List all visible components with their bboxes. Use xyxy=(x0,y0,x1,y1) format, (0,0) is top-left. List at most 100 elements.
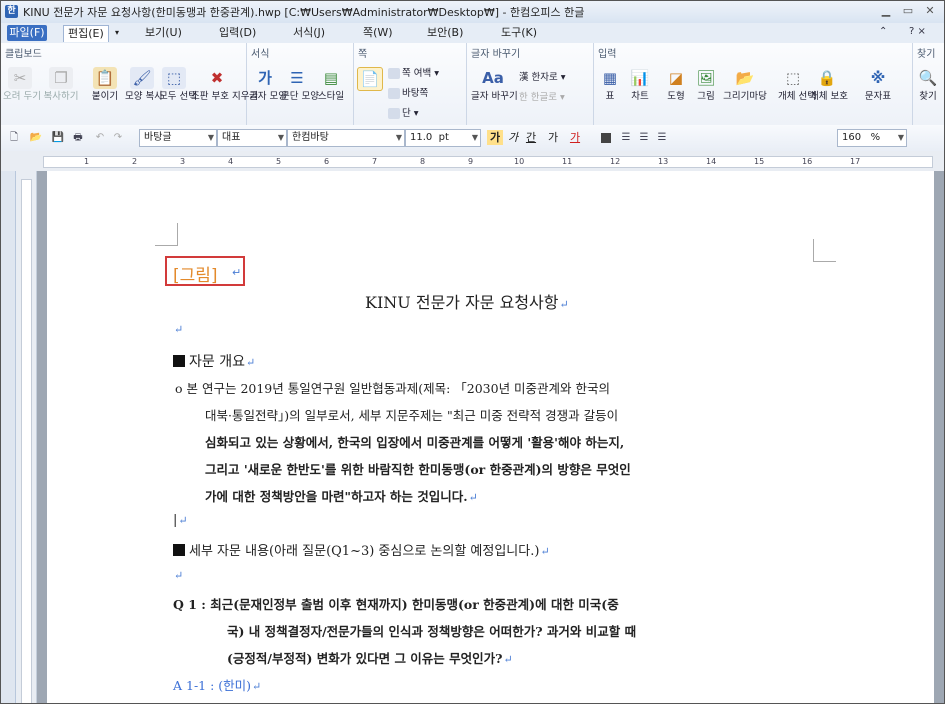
vertical-ruler[interactable] xyxy=(16,171,37,703)
menu-file[interactable]: 파일(F) xyxy=(7,25,47,41)
q1-line1: Q 1 : 최근(문재인정부 출범 이후 현재까지) 한미동맹(or 한중관계)… xyxy=(173,597,619,612)
figure-label-box: [그림] ↵ xyxy=(165,256,245,286)
format-copy-button[interactable]: 🖌 모양 복사 xyxy=(125,67,163,103)
para-shape-button[interactable]: ☰ 문단 모양 xyxy=(281,67,319,103)
page-group: 쪽 📄 쪽 여백 ▾ 바탕쪽 단 ▾ xyxy=(354,43,467,125)
columns-button[interactable]: 단 ▾ xyxy=(388,105,419,119)
format-group-title: 서식 xyxy=(251,49,270,60)
document-page[interactable]: [그림] ↵ KINU 전문가 자문 요청사항↵ ↵ 자문 개요↵ o 본 연구는… xyxy=(47,171,934,703)
align-right-icon[interactable]: ☰ xyxy=(655,131,669,144)
char-convert-icon: Aa xyxy=(482,69,504,87)
symbol-button[interactable]: ※ 문자표 xyxy=(860,67,896,103)
page-icon: 📄 xyxy=(357,67,383,91)
drawing-gallery-button[interactable]: 📂 그리기마당 xyxy=(720,67,770,103)
symbol-icon: ※ xyxy=(870,69,886,87)
picture-button[interactable]: 🖼 그림 xyxy=(692,67,720,103)
shape-icon: ◪ xyxy=(668,69,684,87)
underline-button[interactable]: 간 xyxy=(523,130,539,145)
save-icon[interactable]: 💾 xyxy=(51,131,65,144)
chevron-down-icon: ▼ xyxy=(395,133,402,142)
zoom-combo[interactable]: 160 % ▼ xyxy=(837,129,907,147)
style-button[interactable]: ▤ 스타일 xyxy=(313,67,349,103)
page-button[interactable]: 📄 xyxy=(356,67,384,91)
language-combo[interactable]: 대표 ▼ xyxy=(217,129,287,147)
justify-icon[interactable] xyxy=(601,133,611,143)
clipboard-icon: 📋 xyxy=(93,67,117,89)
columns-icon xyxy=(388,108,400,119)
object-select-button[interactable]: ⬚ 개체 선택 xyxy=(778,67,816,103)
answer-a1: A 1-1 : (한미)↵ xyxy=(173,678,262,693)
chart-button[interactable]: 📊 차트 xyxy=(626,67,654,103)
paste-button[interactable]: 📋 붙이기 xyxy=(85,67,125,103)
horizontal-ruler[interactable]: 1 2 3 4 5 6 7 8 9 10 11 12 13 14 15 16 1… xyxy=(1,151,944,172)
q1-line2: 국) 내 정책결정자/전문가들의 인식과 정책방향은 어떠한가? 과거와 비교할… xyxy=(227,624,637,639)
font-size-combo[interactable]: 11.0 pt ▼ xyxy=(405,129,481,147)
chevron-down-icon: ▼ xyxy=(471,133,478,142)
page-margin-button[interactable]: 쪽 여백 ▾ xyxy=(388,65,439,79)
redo-icon[interactable]: ↷ xyxy=(111,131,125,144)
align-left-icon[interactable]: ☰ xyxy=(619,131,633,144)
help-close-buttons[interactable]: ? × xyxy=(909,26,926,37)
hwp-app-icon: 한 xyxy=(5,5,18,18)
paragraph-mark: ↵ xyxy=(232,266,242,279)
menu-page[interactable]: 쪽(W) xyxy=(363,25,393,41)
align-center-icon[interactable]: ☰ xyxy=(637,131,651,144)
italic-button[interactable]: 가 xyxy=(505,130,521,145)
ribbon: 클립보드 ✂ 오려 두기 ❐ 복사하기 📋 붙이기 🖌 모양 복사 ⬚ 모두 선택 ✖ 조판… xyxy=(1,43,944,126)
char-shape-button[interactable]: 가 글자 모양 xyxy=(249,67,287,103)
open-folder-icon[interactable]: 📂 xyxy=(29,131,43,144)
table-button[interactable]: ▦ 표 xyxy=(596,67,624,103)
input-group: 입력 ▦ 표 📊 차트 ◪ 도형 🖼 그림 📂 그리기마당 ⬚ 개체 선택 🔒 개체 보호 ※… xyxy=(594,43,913,125)
para1-line2: 대북·통일전략」)의 일부로서, 세부 지문주제는 "최근 미중 전략적 경쟁과… xyxy=(205,408,619,423)
undo-icon[interactable]: ↶ xyxy=(93,131,107,144)
font-combo[interactable]: 한컴바탕 ▼ xyxy=(287,129,405,147)
new-doc-icon[interactable]: 🗋 xyxy=(7,131,21,144)
char-convert-button[interactable]: Aa 글자 바꾸기 xyxy=(471,67,518,103)
para1-line1: o 본 연구는 2019년 통일연구원 일반협동과제(제목: 「2030년 미중… xyxy=(175,381,611,396)
master-page-button[interactable]: 바탕쪽 xyxy=(388,85,428,99)
menu-tools[interactable]: 도구(K) xyxy=(501,25,537,41)
cursor-line: |↵ xyxy=(173,513,188,528)
menu-insert[interactable]: 입력(D) xyxy=(219,25,256,41)
ribbon-collapse-icon[interactable]: ⌃ xyxy=(879,26,887,37)
copy-button[interactable]: ❐ 복사하기 xyxy=(39,67,83,103)
black-square-bullet xyxy=(173,355,185,367)
menu-format[interactable]: 서식(J) xyxy=(293,25,325,41)
minimize-button[interactable]: ▁ xyxy=(878,4,894,18)
clipboard-group: 클립보드 ✂ 오려 두기 ❐ 복사하기 📋 붙이기 🖌 모양 복사 ⬚ 모두 선택 ✖ 조판… xyxy=(1,43,258,125)
to-hangul-button[interactable]: 한 한글로 ▾ xyxy=(519,89,565,103)
format-group: 서식 가 글자 모양 ☰ 문단 모양 ▤ 스타일 xyxy=(247,43,354,125)
strike-button[interactable]: 가 xyxy=(545,130,561,145)
para1-line5: 가에 대한 정책방안을 마련"하고자 하는 것입니다.↵ xyxy=(205,489,478,504)
find-button[interactable]: 🔍 찾기 xyxy=(913,67,943,103)
binoculars-icon: 🔍 xyxy=(918,69,938,87)
chart-icon: 📊 xyxy=(630,69,650,87)
hanja-icon: 漢 xyxy=(519,72,529,83)
style-combo[interactable]: 바탕글 ▼ xyxy=(139,129,217,147)
object-protect-button[interactable]: 🔒 개체 보호 xyxy=(810,67,848,103)
menu-security[interactable]: 보안(B) xyxy=(427,25,463,41)
q1-line3: (긍정적/부정적) 변화가 있다면 그 이유는 무엇인가?↵ xyxy=(227,651,513,666)
bold-button[interactable]: 가 xyxy=(487,130,503,145)
menu-edit-dropdown-icon[interactable]: ▾ xyxy=(115,25,119,41)
document-area[interactable]: [그림] ↵ KINU 전문가 자문 요청사항↵ ↵ 자문 개요↵ o 본 연구는… xyxy=(37,171,944,703)
copy-icon: ❐ xyxy=(49,67,73,89)
clear-marks-button[interactable]: ✖ 조판 부호 지우기 xyxy=(191,67,258,103)
vertical-ruler-track xyxy=(21,179,32,703)
margin-corner-left xyxy=(155,223,178,246)
print-icon[interactable]: 🖶 xyxy=(71,131,85,144)
shape-button[interactable]: ◪ 도형 xyxy=(662,67,690,103)
char-convert-group: 글자 바꾸기 Aa 글자 바꾸기 漢 한자로 ▾ 한 한글로 ▾ xyxy=(467,43,594,125)
to-hanja-button[interactable]: 漢 한자로 ▾ xyxy=(519,69,566,83)
document-title: KINU 전문가 자문 요청사항↵ xyxy=(365,293,569,312)
select-all-button[interactable]: ⬚ 모두 선택 xyxy=(159,67,197,103)
menu-edit[interactable]: 편집(E) xyxy=(63,25,109,42)
para1-line4: 그리고 '새로운 한반도'를 위한 바람직한 한미동맹(or 한중관계)의 방향… xyxy=(205,462,631,477)
menu-view[interactable]: 보기(U) xyxy=(145,25,182,41)
cut-button[interactable]: ✂ 오려 두기 xyxy=(3,67,41,103)
input-group-title: 입력 xyxy=(598,49,617,60)
maximize-button[interactable]: ▭ xyxy=(900,4,916,18)
font-color-button[interactable]: 가 xyxy=(567,130,583,145)
close-button[interactable]: ✕ xyxy=(922,4,938,18)
master-page-icon xyxy=(388,88,400,99)
